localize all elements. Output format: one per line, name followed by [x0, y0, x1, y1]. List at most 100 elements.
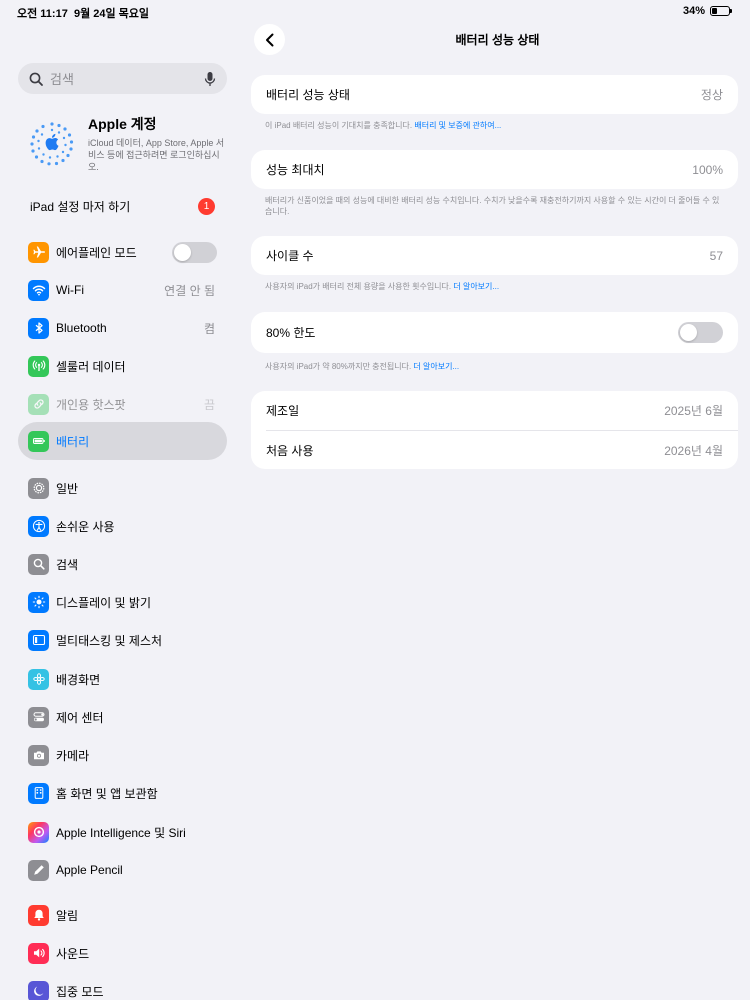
charge-limit-toggle[interactable] [678, 322, 723, 343]
status-right: 34% [683, 5, 732, 17]
home-screen-icon [28, 782, 49, 804]
sidebar-item-label: 개인용 핫스팟 [56, 397, 126, 412]
sidebar-item-label: 셀룰러 데이터 [56, 359, 126, 374]
apple-account[interactable]: Apple 계정 iCloud 데이터, App Store, Apple 서비… [18, 110, 227, 180]
bluetooth-status: 켬 [203, 321, 215, 336]
sidebar-item-label: 알림 [56, 908, 79, 923]
status-time-text: 오전 11:17 [17, 8, 68, 20]
sidebar-item-wallpaper[interactable]: 배경화면 [18, 661, 227, 697]
sidebar-item-label: Apple Intelligence 및 Siri [56, 825, 186, 840]
search-placeholder: 검색 [50, 72, 74, 87]
charge-limit-card: 80% 한도 [251, 312, 738, 353]
first-use-row: 처음 사용 2026년 4월 [266, 430, 738, 469]
sidebar-item-camera[interactable]: 카메라 [18, 737, 227, 773]
sidebar-item-cellular[interactable]: 셀룰러 데이터 [18, 348, 227, 384]
sidebar-item-sound[interactable]: 사운드 [18, 935, 227, 971]
wifi-icon [28, 279, 49, 301]
apple-account-title: Apple 계정 [88, 116, 157, 132]
battery-dates-card: 제조일 2025년 6월 처음 사용 2026년 4월 [251, 391, 738, 469]
bell-icon [28, 904, 49, 926]
battery-warranty-link[interactable]: 배터리 및 보증에 관하여... [414, 121, 501, 130]
sidebar-item-label: 카메라 [56, 748, 90, 763]
max-capacity-row: 성능 최대치 100% [251, 150, 738, 189]
apple-account-text: Apple 계정 iCloud 데이터, App Store, Apple 서비… [88, 114, 228, 180]
sidebar-item-label: 사운드 [56, 946, 90, 961]
sidebar-item-hotspot[interactable]: 개인용 핫스팟 끔 [18, 386, 227, 422]
gear-icon [28, 477, 49, 499]
brightness-icon [28, 591, 49, 613]
max-capacity-label: 성능 최대치 [266, 163, 325, 177]
airplane-mode-toggle[interactable] [172, 241, 217, 263]
sidebar-item-label: 배터리 [56, 434, 90, 449]
charge-limit-note: 사용자의 iPad가 약 80%까지만 충전됩니다. 더 알아보기... [265, 361, 720, 372]
battery-health-card: 배터리 성능 상태 정상 [251, 75, 738, 114]
manufactured-row: 제조일 2025년 6월 [251, 391, 738, 430]
hotspot-status: 끔 [203, 397, 215, 412]
status-date-text: 9월 24일 목요일 [73, 8, 150, 20]
cycle-count-value: 57 [709, 248, 723, 263]
apple-account-subtitle: iCloud 데이터, App Store, Apple 서비스 등에 접근하려… [88, 138, 225, 172]
siri-icon [28, 821, 49, 843]
sidebar-item-wifi[interactable]: Wi-Fi 연결 안 됨 [18, 272, 227, 308]
wallpaper-icon [28, 668, 49, 690]
cycle-count-label: 사이클 수 [266, 249, 314, 263]
sidebar-item-home-screen[interactable]: 홈 화면 및 앱 보관함 [18, 775, 227, 811]
cycle-count-row: 사이클 수 57 [251, 236, 738, 275]
battery-status-icon [710, 6, 732, 16]
sidebar-item-label: Wi-Fi [56, 283, 84, 297]
sidebar-item-label: Bluetooth [56, 321, 107, 335]
sidebar-item-label: 손쉬운 사용 [56, 519, 115, 534]
apple-account-avatar-icon [30, 122, 74, 166]
cycle-count-note: 사용자의 iPad가 배터리 전체 용량을 사용한 횟수입니다. 더 알아보기.… [265, 281, 720, 292]
sidebar-item-search[interactable]: 검색 [18, 546, 227, 582]
sidebar-item-control-center[interactable]: 제어 센터 [18, 699, 227, 735]
battery-icon [28, 430, 49, 452]
sidebar-item-airplane-mode[interactable]: 에어플레인 모드 [18, 234, 227, 270]
sidebar-item-label: 배경화면 [56, 672, 101, 687]
toggle-knob [680, 324, 697, 341]
multitasking-icon [28, 629, 49, 651]
camera-icon [28, 744, 49, 766]
control-center-icon [28, 706, 49, 728]
sidebar-item-label: 일반 [56, 481, 79, 496]
finish-setup-item[interactable]: iPad 설정 마저 하기 1 [18, 192, 227, 220]
sidebar-item-apple-pencil[interactable]: Apple Pencil [18, 852, 227, 888]
accessibility-icon [28, 515, 49, 537]
sidebar-item-display[interactable]: 디스플레이 및 밝기 [18, 584, 227, 620]
sidebar-item-label: 디스플레이 및 밝기 [56, 595, 151, 610]
sidebar-item-accessibility[interactable]: 손쉬운 사용 [18, 508, 227, 544]
cycle-learn-more-link[interactable]: 더 알아보기... [453, 282, 499, 291]
pencil-icon [28, 859, 49, 881]
toggle-knob [174, 243, 191, 261]
limit-learn-more-link[interactable]: 더 알아보기... [413, 362, 459, 371]
sidebar-item-general[interactable]: 일반 [18, 470, 227, 506]
hotspot-icon [28, 393, 49, 415]
finish-setup-label: iPad 설정 마저 하기 [30, 199, 131, 214]
sidebar-item-apple-intelligence[interactable]: Apple Intelligence 및 Siri [18, 814, 227, 850]
battery-health-row[interactable]: 배터리 성능 상태 정상 [251, 75, 738, 114]
battery-fill [712, 8, 718, 14]
sidebar-item-multitasking[interactable]: 멀티태스킹 및 제스처 [18, 622, 227, 658]
sidebar-item-battery[interactable]: 배터리 [18, 422, 227, 460]
microphone-icon[interactable] [203, 71, 217, 87]
search-icon [28, 553, 49, 575]
sidebar-item-focus[interactable]: 집중 모드 [18, 973, 227, 1000]
first-use-value: 2026년 4월 [664, 443, 723, 458]
chevron-left-icon [265, 33, 273, 46]
sidebar-item-label: 에어플레인 모드 [56, 245, 137, 260]
search-icon [29, 72, 43, 86]
max-capacity-value: 100% [692, 162, 723, 177]
manufactured-label: 제조일 [266, 404, 300, 418]
speaker-icon [28, 942, 49, 964]
cycle-count-note-text: 사용자의 iPad가 배터리 전체 용량을 사용한 횟수입니다. [265, 282, 452, 291]
sidebar-item-notifications[interactable]: 알림 [18, 897, 227, 933]
back-button[interactable] [254, 24, 285, 55]
battery-health-label: 배터리 성능 상태 [266, 88, 350, 102]
status-bar: 오전 11:17 9월 24일 목요일 34% [0, 0, 750, 22]
sidebar-item-bluetooth[interactable]: Bluetooth 켬 [18, 310, 227, 346]
max-capacity-note: 배터리가 신품이었을 때의 성능에 대비한 배터리 성능 수치입니다. 수치가 … [265, 196, 720, 216]
status-time: 오전 11:17 9월 24일 목요일 [17, 5, 149, 21]
page-title: 배터리 성능 상태 [455, 33, 540, 47]
search-field[interactable]: 검색 [18, 63, 227, 94]
sidebar-item-label: 집중 모드 [56, 984, 104, 999]
